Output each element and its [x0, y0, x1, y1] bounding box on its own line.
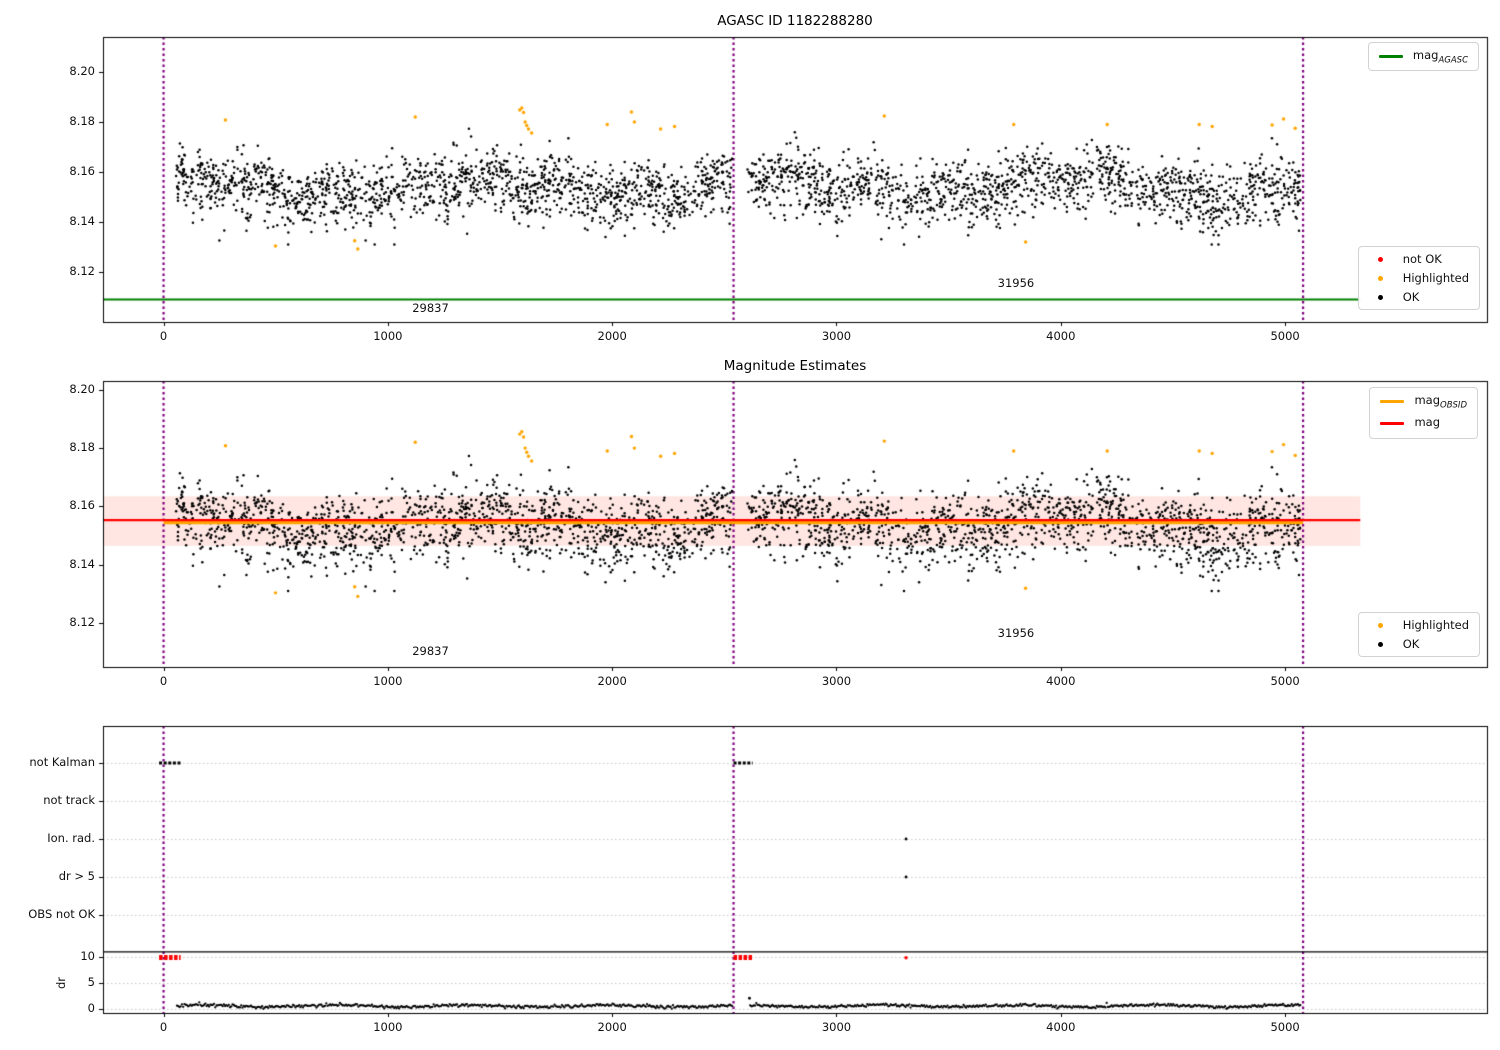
dr-tick-label: 0 [87, 1001, 95, 1015]
legend-item-mag-obsid: magOBSID [1376, 393, 1467, 410]
dr-tick-label: 5 [87, 974, 95, 989]
obsid-annotation: 29837 [412, 643, 449, 658]
x-tick-label: 1000 [373, 1020, 403, 1034]
y-tick-label: 8.18 [69, 114, 95, 128]
y-tick-label: 8.20 [69, 381, 95, 396]
flag-category-label: OBS not OK [28, 907, 95, 921]
legend-label: Highlighted [1402, 271, 1469, 285]
obsid-annotation: 29837 [412, 301, 449, 316]
x-tick-label: 1000 [373, 674, 403, 688]
legend-item-ok: OK [1365, 637, 1469, 651]
red-line-swatch [1376, 422, 1408, 426]
legend-mag-agasc: magAGASC [1367, 42, 1479, 72]
legend-label: mag [1414, 415, 1441, 430]
orange-dot-swatch [1365, 622, 1397, 628]
y-tick-label: 8.16 [69, 164, 95, 178]
y-tick-label: 8.16 [69, 498, 95, 513]
obsid-annotation: 31956 [997, 276, 1035, 291]
flag-category-label: Ion. rad. [47, 831, 95, 845]
figure-canvas [0, 0, 1500, 1050]
green-line-swatch [1375, 55, 1407, 59]
legend-item-highlighted: Highlighted [1365, 618, 1469, 632]
x-tick-label: 5000 [1270, 1020, 1300, 1034]
x-tick-label: 2000 [597, 674, 627, 688]
x-tick-label: 2000 [597, 329, 627, 343]
y-tick-label: 8.18 [69, 440, 95, 455]
legend-item-highlighted: Highlighted [1365, 271, 1469, 285]
x-tick-label: 3000 [821, 1020, 852, 1034]
legend-label: mag [1412, 48, 1439, 62]
red-dot-swatch [1365, 256, 1397, 262]
x-tick-label: 4000 [1046, 1020, 1076, 1034]
legend-label: OK [1402, 637, 1420, 651]
x-tick-label: 3000 [821, 329, 852, 343]
y-tick-label: 8.12 [69, 615, 95, 630]
dr-tick-label: 10 [80, 948, 95, 963]
x-tick-label: 1000 [373, 329, 403, 343]
x-tick-label: 0 [159, 674, 168, 688]
y-tick-label: 8.14 [69, 556, 95, 571]
legend-mag-lines: magOBSID mag [1369, 387, 1478, 439]
black-dot-swatch [1365, 641, 1397, 647]
x-tick-label: 0 [159, 1020, 168, 1034]
page-title: AGASC ID 1182288280 [717, 13, 873, 29]
x-tick-label: 4000 [1046, 674, 1076, 688]
x-tick-label: 5000 [1270, 329, 1300, 343]
legend-label: mag [1414, 393, 1441, 407]
legend-item-mag: mag [1376, 415, 1467, 432]
dr-axis-label: dr [54, 976, 68, 990]
x-tick-label: 2000 [597, 1020, 627, 1034]
x-tick-label: 5000 [1270, 674, 1300, 688]
legend-point-status-2: Highlighted OK [1357, 612, 1480, 657]
obsid-annotation: 31956 [997, 625, 1035, 640]
legend-point-status: not OK Highlighted OK [1357, 246, 1480, 310]
legend-item-ok: OK [1365, 290, 1469, 304]
y-tick-label: 8.20 [69, 64, 95, 78]
legend-label: not OK [1402, 252, 1442, 266]
black-dot-swatch [1365, 294, 1397, 300]
flag-category-label: dr > 5 [58, 869, 95, 883]
flag-category-label: not Kalman [29, 755, 95, 769]
x-tick-label: 3000 [821, 674, 852, 688]
orange-line-swatch [1376, 400, 1408, 404]
legend-label: Highlighted [1402, 618, 1469, 632]
orange-dot-swatch [1365, 275, 1397, 281]
y-tick-label: 8.14 [69, 214, 95, 228]
legend-item-not-ok: not OK [1365, 252, 1469, 266]
legend-label: OK [1402, 290, 1420, 304]
flag-category-label: not track [43, 793, 95, 807]
y-tick-label: 8.12 [69, 264, 95, 278]
legend-item-mag-agasc: magAGASC [1375, 48, 1468, 65]
x-tick-label: 4000 [1046, 329, 1076, 343]
x-tick-label: 0 [159, 329, 168, 343]
plot-title: Magnitude Estimates [723, 358, 867, 374]
figure: AGASC ID 1182288280 magAGASC not OK High… [0, 0, 1500, 1050]
